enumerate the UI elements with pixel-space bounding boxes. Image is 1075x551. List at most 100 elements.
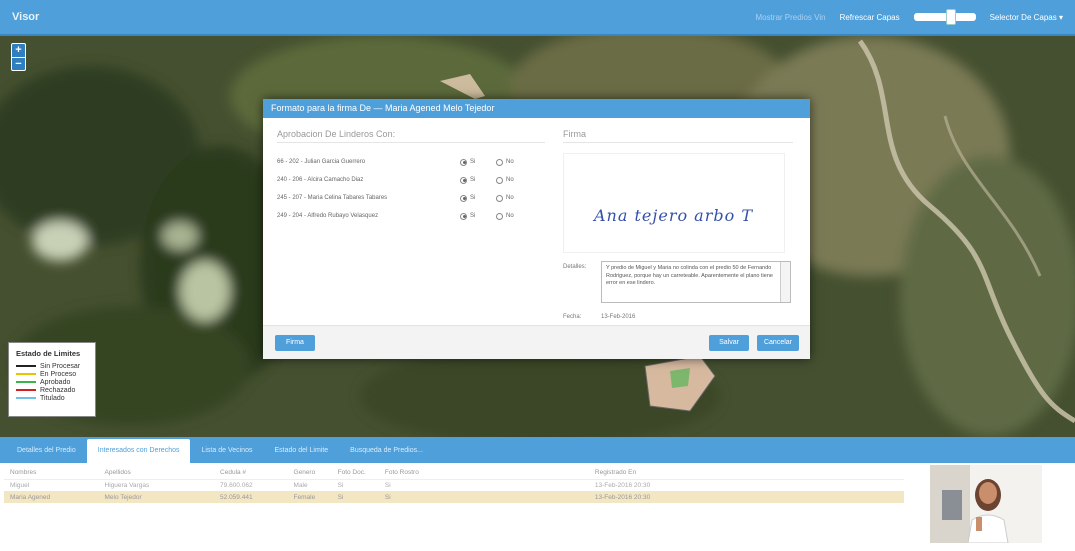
lindero-row: 240 - 206 - Alcira Camacho Diaz Si No: [277, 171, 545, 189]
firma-section: Firma Ana tejero arbo T Detalles: Y pred…: [563, 129, 793, 320]
legend-label: Aprobado: [40, 378, 71, 386]
column-header[interactable]: Genero: [287, 467, 332, 480]
radio-no-label: No: [506, 195, 514, 201]
firma-button[interactable]: Firma: [275, 335, 315, 351]
dialog-title: Formato para la firma De — Maria Agened …: [263, 99, 810, 118]
bottom-tab[interactable]: Interesados con Derechos: [86, 439, 191, 463]
column-header[interactable]: Registrado En: [588, 467, 904, 480]
radio-si-label: Si: [470, 177, 476, 183]
radio-si[interactable]: Si: [460, 212, 496, 220]
save-button[interactable]: Salvar: [709, 335, 749, 351]
radio-icon[interactable]: [460, 176, 467, 184]
legend-label: Titulado: [40, 394, 65, 402]
bottom-tab[interactable]: Estado del Limite: [263, 439, 339, 463]
linderos-list: 66 - 202 - Julian Garcia Guerrero Si No 240…: [277, 153, 545, 225]
chevron-down-icon: ▾: [1058, 12, 1063, 22]
radio-icon[interactable]: [496, 194, 503, 202]
detalles-textarea[interactable]: Y predio de Miguel y Maria no colinda co…: [601, 261, 791, 303]
legend-label: Rechazado: [40, 386, 76, 394]
top-bar-controls: Mostrar Predios Vin Refrescar Capas Sele…: [755, 9, 1063, 25]
table-cell: Melo Tejedor: [98, 491, 215, 503]
radio-icon[interactable]: [460, 158, 467, 166]
interesados-table: Nombres Apellidos Cedula # Genero Foto Doc. F…: [4, 467, 904, 503]
bottom-tab[interactable]: Busqueda de Predios...: [339, 439, 434, 463]
table-row[interactable]: Maria Agened Melo Tejedor 52.059.441 Female…: [4, 491, 904, 503]
zoom-out-button[interactable]: −: [12, 57, 25, 70]
fecha-label: Fecha:: [563, 314, 582, 320]
radio-no[interactable]: No: [496, 194, 532, 202]
legend-item: En Proceso: [16, 370, 88, 378]
table-cell: Si: [337, 481, 344, 489]
table-cell: Si: [384, 481, 391, 489]
legend-item: Aprobado: [16, 378, 88, 386]
app-title: Visor: [12, 11, 40, 23]
fecha-value[interactable]: 13-Feb-2016: [601, 311, 635, 320]
column-header[interactable]: Foto Doc.: [331, 467, 379, 480]
table-row[interactable]: Miguel Higuera Vargas 79.600.062 Male Si Si 13…: [4, 479, 904, 491]
radio-no[interactable]: No: [496, 158, 532, 166]
radio-no[interactable]: No: [496, 212, 532, 220]
legend-swatch: [16, 381, 36, 383]
bottom-tab[interactable]: Detalles del Predio: [6, 439, 87, 463]
column-header[interactable]: Nombres: [4, 467, 99, 480]
zoom-control: + −: [11, 43, 26, 71]
cancel-button[interactable]: Cancelar: [757, 335, 799, 351]
radio-si-label: Si: [470, 213, 476, 219]
radio-si-label: Si: [470, 159, 476, 165]
radio-icon[interactable]: [496, 212, 503, 220]
bottom-tab[interactable]: Lista de Vecinos: [190, 439, 263, 463]
legend-swatch: [16, 397, 36, 399]
radio-si[interactable]: Si: [460, 176, 496, 184]
lindero-label: 66 - 202 - Julian Garcia Guerrero: [277, 159, 366, 165]
person-photo: [930, 465, 1042, 543]
zoom-in-button[interactable]: +: [12, 44, 25, 57]
legend-swatch: [16, 365, 36, 367]
fecha-row: Fecha: 13-Feb-2016: [563, 311, 793, 320]
firma-title: Firma: [563, 129, 793, 143]
table-cell: Maria Agened: [4, 491, 99, 503]
radio-no-label: No: [506, 159, 514, 165]
table-cell: Si: [378, 491, 589, 503]
lindero-label: 245 - 207 - Maria Celina Tabares Tabares: [277, 195, 388, 201]
radio-icon[interactable]: [496, 176, 503, 184]
signature-dialog: Formato para la firma De — Maria Agened …: [263, 99, 810, 359]
lindero-label: 240 - 206 - Alcira Camacho Diaz: [277, 177, 364, 183]
portrait-image: [930, 465, 1042, 543]
bottom-tabs: Detalles del Predio Interesados con Derec…: [0, 437, 1075, 463]
table-cell: Si: [331, 491, 379, 503]
legend-label: En Proceso: [40, 370, 77, 378]
radio-si[interactable]: Si: [460, 158, 496, 166]
table-body: Miguel Higuera Vargas 79.600.062 Male Si Si 13…: [4, 479, 904, 503]
detalles-text: Y predio de Miguel y Maria no colinda co…: [606, 265, 773, 286]
radio-icon[interactable]: [460, 194, 467, 202]
detalles-row: Detalles: Y predio de Miguel y Maria no …: [563, 261, 793, 303]
table-cell: 13-Feb-2016 20:30: [594, 481, 651, 489]
textarea-scrollbar[interactable]: [780, 262, 790, 302]
radio-icon[interactable]: [460, 212, 467, 220]
legend-item: Sin Procesar: [16, 362, 88, 370]
radio-si[interactable]: Si: [460, 194, 496, 202]
table-cell: 79.600.062: [220, 481, 253, 489]
show-linked-parcels-link[interactable]: Mostrar Predios Vin: [755, 13, 825, 22]
signature-pad[interactable]: Ana tejero arbo T: [563, 153, 785, 253]
column-header[interactable]: Apellidos: [98, 467, 215, 480]
column-header[interactable]: Cedula #: [214, 467, 288, 480]
table-header-row: Nombres Apellidos Cedula # Genero Foto Doc. F…: [4, 467, 904, 480]
legend-swatch: [16, 389, 36, 391]
detalles-label: Detalles:: [563, 264, 587, 270]
opacity-slider[interactable]: [913, 9, 976, 25]
radio-no[interactable]: No: [496, 176, 532, 184]
legend-item: Rechazado: [16, 386, 88, 394]
reload-layers-button[interactable]: Refrescar Capas: [840, 13, 900, 22]
layer-selector-dropdown[interactable]: Selector De Capas ▾: [990, 13, 1063, 22]
radio-icon[interactable]: [496, 158, 503, 166]
linderos-section: Aprobacion De Linderos Con: 66 - 202 - J…: [277, 129, 545, 225]
slider-knob[interactable]: [945, 9, 956, 25]
dialog-footer: Firma Salvar Cancelar: [263, 325, 810, 359]
linderos-title: Aprobacion De Linderos Con:: [277, 129, 545, 143]
legend-swatch: [16, 373, 36, 375]
column-header[interactable]: Foto Rostro: [378, 467, 589, 480]
signature-stroke: Ana tejero arbo T: [594, 206, 753, 225]
radio-no-label: No: [506, 177, 514, 183]
table-cell: Higuera Vargas: [104, 481, 150, 489]
